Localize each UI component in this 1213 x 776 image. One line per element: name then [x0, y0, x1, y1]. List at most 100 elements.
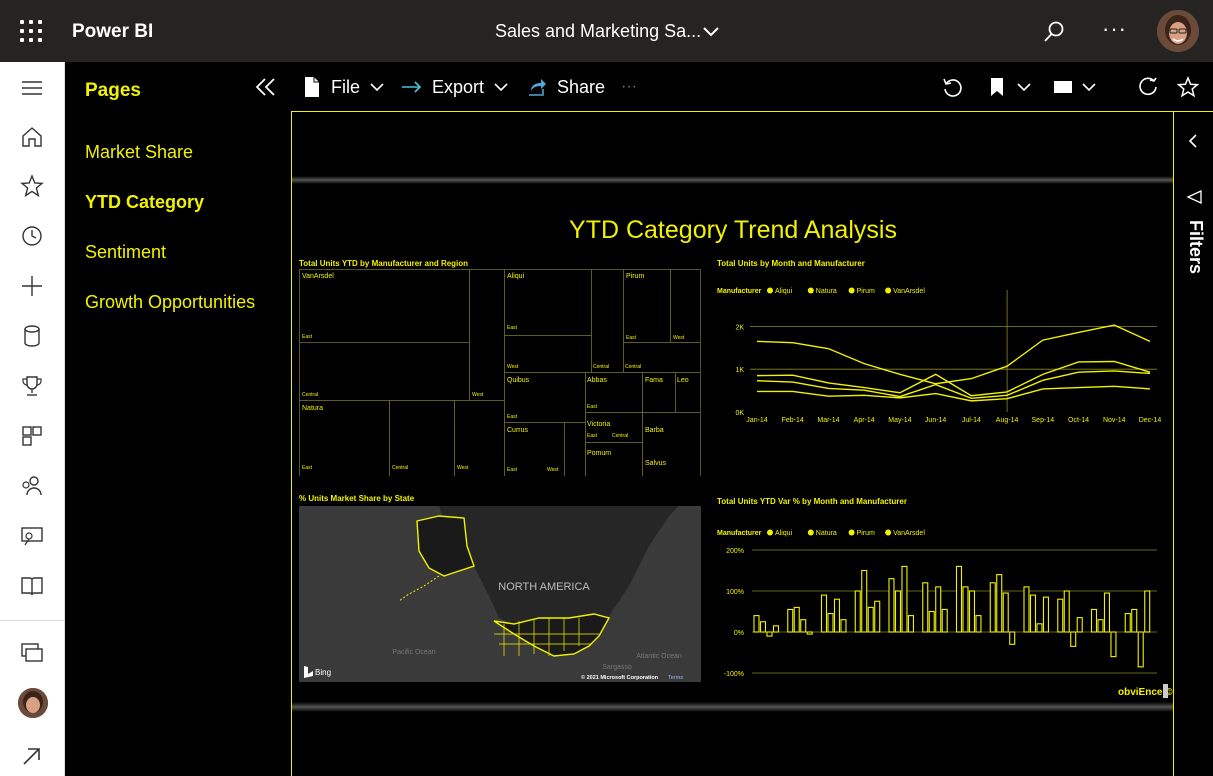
treemap-tile[interactable]	[299, 342, 470, 401]
user-avatar[interactable]	[1157, 10, 1199, 52]
hamburger-menu-icon[interactable]	[19, 75, 45, 101]
bar-vanarsdel[interactable]	[1042, 596, 1050, 633]
series-line-aliqui[interactable]	[756, 324, 1151, 385]
app-launcher-icon[interactable]	[20, 20, 42, 42]
file-menu-button[interactable]: File	[303, 74, 386, 100]
apps-icon[interactable]	[19, 423, 45, 449]
bar-vanarsdel[interactable]	[1009, 631, 1016, 645]
treemap-tile[interactable]	[585, 442, 643, 477]
home-icon[interactable]	[19, 124, 45, 150]
search-icon[interactable]	[1042, 20, 1066, 44]
create-plus-icon[interactable]	[19, 273, 45, 299]
bar-pirum[interactable]	[968, 590, 976, 633]
bar-pirum[interactable]	[800, 619, 807, 633]
learn-icon[interactable]	[19, 523, 45, 549]
bar-pirum[interactable]	[1036, 623, 1043, 633]
line-chart-visual[interactable]: Manufacturer Aliqui Natura Pirum VanArsdel 0K…	[712, 270, 1167, 470]
chevron-down-icon[interactable]	[700, 22, 722, 40]
export-menu-button[interactable]: Export	[401, 74, 510, 100]
my-workspace-avatar[interactable]	[18, 688, 48, 718]
collapse-pane-icon[interactable]	[253, 76, 279, 98]
treemap-visual[interactable]: VanArsdel East Central West Natura East Centra…	[299, 269, 701, 476]
bar-natura[interactable]	[759, 621, 767, 633]
filled-map-visual[interactable]: NORTH AMERICA Pacific Ocean Atlantic Oce…	[299, 506, 701, 682]
bar-vanarsdel[interactable]	[1110, 631, 1117, 658]
bar-natura[interactable]	[996, 574, 1003, 633]
bar-pirum[interactable]	[867, 606, 874, 633]
bar-chart-visual[interactable]: Manufacturer Aliqui Natura Pirum VanArsdel 20…	[712, 508, 1167, 680]
page-tab-market-share[interactable]: Market Share	[85, 142, 193, 163]
refresh-icon[interactable]	[1137, 76, 1159, 98]
bar-vanarsdel[interactable]	[1144, 590, 1151, 633]
bar-natura[interactable]	[1029, 594, 1037, 633]
series-line-natura[interactable]	[756, 360, 1151, 397]
browse-book-icon[interactable]	[19, 573, 45, 599]
favorites-star-icon[interactable]	[19, 173, 45, 199]
filters-pane[interactable]: Filters	[1173, 112, 1213, 776]
bar-pirum[interactable]	[1137, 631, 1144, 668]
shared-with-me-icon[interactable]	[19, 473, 45, 499]
bar-pirum[interactable]	[1002, 592, 1009, 633]
bar-pirum[interactable]	[935, 586, 942, 633]
bar-natura[interactable]	[928, 610, 935, 633]
bar-natura[interactable]	[1131, 608, 1138, 633]
report-title[interactable]: Sales and Marketing Sa...	[495, 21, 701, 42]
page-tab-growth-opportunities[interactable]: Growth Opportunities	[85, 292, 255, 313]
bar-aliqui[interactable]	[922, 582, 929, 633]
recent-clock-icon[interactable]	[19, 223, 45, 249]
bar-natura[interactable]	[827, 613, 834, 633]
view-icon[interactable]	[1053, 79, 1073, 95]
favorite-star-icon[interactable]	[1177, 76, 1199, 98]
expand-filters-chevron-icon[interactable]	[1186, 132, 1200, 150]
chevron-down-icon[interactable]	[1015, 80, 1033, 94]
bar-pirum[interactable]	[766, 631, 773, 637]
bar-vanarsdel[interactable]	[941, 608, 948, 633]
bar-aliqui[interactable]	[989, 582, 996, 633]
page-tab-ytd-category[interactable]: YTD Category	[85, 192, 204, 213]
bar-aliqui[interactable]	[854, 590, 861, 633]
bar-aliqui[interactable]	[787, 608, 794, 633]
bar-aliqui[interactable]	[820, 594, 828, 633]
bar-pirum[interactable]	[1103, 592, 1111, 633]
canvas-scrollbar[interactable]	[1163, 684, 1168, 698]
series-line-vanarsdel[interactable]	[757, 385, 1151, 402]
bar-pirum[interactable]	[1070, 631, 1077, 647]
bar-natura[interactable]	[1063, 590, 1070, 633]
bar-aliqui[interactable]	[1124, 613, 1131, 633]
more-commands-icon[interactable]: ···	[621, 74, 637, 100]
bar-natura[interactable]	[793, 606, 800, 633]
bar-vanarsdel[interactable]	[772, 625, 780, 633]
share-button[interactable]: Share	[527, 74, 605, 100]
bar-vanarsdel[interactable]	[975, 615, 982, 633]
bar-aliqui[interactable]	[753, 615, 760, 633]
workspaces-icon[interactable]	[19, 640, 45, 666]
datasets-cylinder-icon[interactable]	[19, 323, 45, 349]
treemap-tile[interactable]	[623, 269, 671, 343]
bar-vanarsdel[interactable]	[874, 600, 881, 633]
bar-vanarsdel[interactable]	[907, 615, 915, 633]
bar-natura[interactable]	[962, 586, 969, 633]
bar-natura[interactable]	[894, 590, 902, 633]
more-options-icon[interactable]: ···	[1102, 16, 1127, 42]
bar-aliqui[interactable]	[1057, 598, 1064, 633]
bar-pirum[interactable]	[833, 598, 841, 633]
goals-trophy-icon[interactable]	[19, 373, 45, 399]
bookmark-icon[interactable]	[989, 77, 1005, 97]
reset-icon[interactable]	[941, 76, 963, 98]
bar-vanarsdel[interactable]	[806, 631, 813, 635]
page-tab-sentiment[interactable]: Sentiment	[85, 242, 166, 263]
bar-aliqui[interactable]	[1023, 586, 1030, 633]
treemap-tile[interactable]	[670, 269, 701, 343]
app-title[interactable]: Power BI	[72, 21, 153, 43]
bar-pirum[interactable]	[901, 565, 908, 633]
map-terms-link[interactable]: Terms	[668, 675, 683, 681]
chevron-down-icon[interactable]	[1080, 80, 1098, 94]
bar-natura[interactable]	[861, 569, 868, 633]
bar-vanarsdel[interactable]	[840, 619, 847, 633]
get-data-arrow-icon[interactable]	[19, 743, 45, 769]
bar-natura[interactable]	[1097, 619, 1104, 633]
treemap-tile[interactable]	[564, 422, 586, 477]
bar-vanarsdel[interactable]	[1076, 617, 1083, 633]
bar-aliqui[interactable]	[1090, 608, 1098, 633]
bar-aliqui[interactable]	[955, 565, 963, 633]
